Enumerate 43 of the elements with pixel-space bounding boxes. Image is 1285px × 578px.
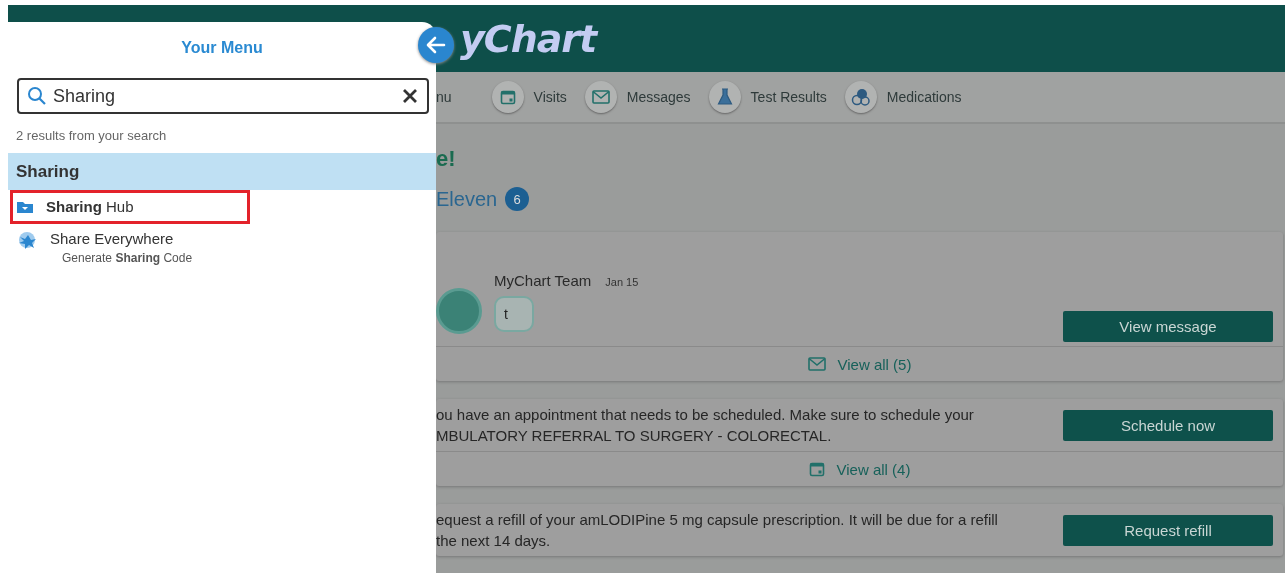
message-date: Jan 15 bbox=[605, 276, 639, 288]
envelope-icon bbox=[591, 90, 610, 104]
count-badge: 6 bbox=[505, 187, 530, 211]
nav-link[interactable]: Messages bbox=[626, 89, 691, 105]
greeting-title: e! bbox=[436, 145, 457, 173]
folder-icon bbox=[16, 199, 34, 214]
avatar-icon bbox=[436, 288, 482, 334]
search-icon bbox=[27, 86, 47, 106]
item-subtitle: Generate Sharing Code bbox=[62, 251, 193, 265]
envelope-icon bbox=[807, 357, 826, 371]
back-button[interactable] bbox=[418, 27, 454, 63]
nav-icon-button[interactable] bbox=[584, 81, 617, 113]
nav-link[interactable]: Visits bbox=[533, 89, 567, 105]
item-label: Share Everywhere bbox=[50, 230, 175, 247]
menu-item[interactable]: Share Everywhere Generate Sharing Code bbox=[8, 224, 436, 278]
action-button[interactable]: View message bbox=[1063, 311, 1273, 342]
clear-button[interactable] bbox=[401, 87, 419, 105]
notice-text: equest a refill of your amLODIPine 5 mg capsule prescription. It will be due for a refill the next 14 days. bbox=[436, 510, 998, 551]
sender-name: MyChart Team bbox=[494, 272, 592, 289]
patient-name: Eleven bbox=[436, 187, 498, 211]
result-count: 2 results from your search bbox=[15, 127, 168, 145]
action-button[interactable]: Schedule now bbox=[1063, 409, 1273, 441]
action-button[interactable]: Request refill bbox=[1063, 514, 1273, 546]
back-arrow-icon bbox=[425, 34, 447, 56]
notice-text: ou have an appointment that needs to be scheduled. Make sure to schedule your MBULATORY REFERRAL TO SURGERY - COLORECTAL. bbox=[436, 405, 974, 446]
search-field[interactable]: Sharing bbox=[17, 78, 429, 114]
message-bubble: t bbox=[494, 296, 534, 332]
close-icon bbox=[401, 87, 419, 105]
logo-text: yChart bbox=[460, 16, 597, 61]
group-header: Sharing bbox=[8, 153, 436, 190]
menu-title: Your Menu bbox=[181, 39, 263, 57]
item-label: Sharing Hub bbox=[46, 198, 134, 215]
nav-link[interactable]: Medications bbox=[886, 89, 962, 105]
menu-item[interactable]: Sharing Hub bbox=[10, 190, 250, 224]
nav-icon-button[interactable] bbox=[708, 81, 741, 113]
nav-link[interactable]: nu bbox=[436, 89, 452, 105]
flask-icon bbox=[716, 88, 733, 106]
calendar-icon bbox=[808, 461, 825, 477]
nav-icon-button[interactable] bbox=[491, 81, 524, 113]
calendar-icon bbox=[499, 89, 516, 105]
pills-icon bbox=[850, 88, 871, 106]
nav-link[interactable]: Test Results bbox=[750, 89, 827, 105]
nav-icon-button[interactable] bbox=[844, 81, 877, 113]
